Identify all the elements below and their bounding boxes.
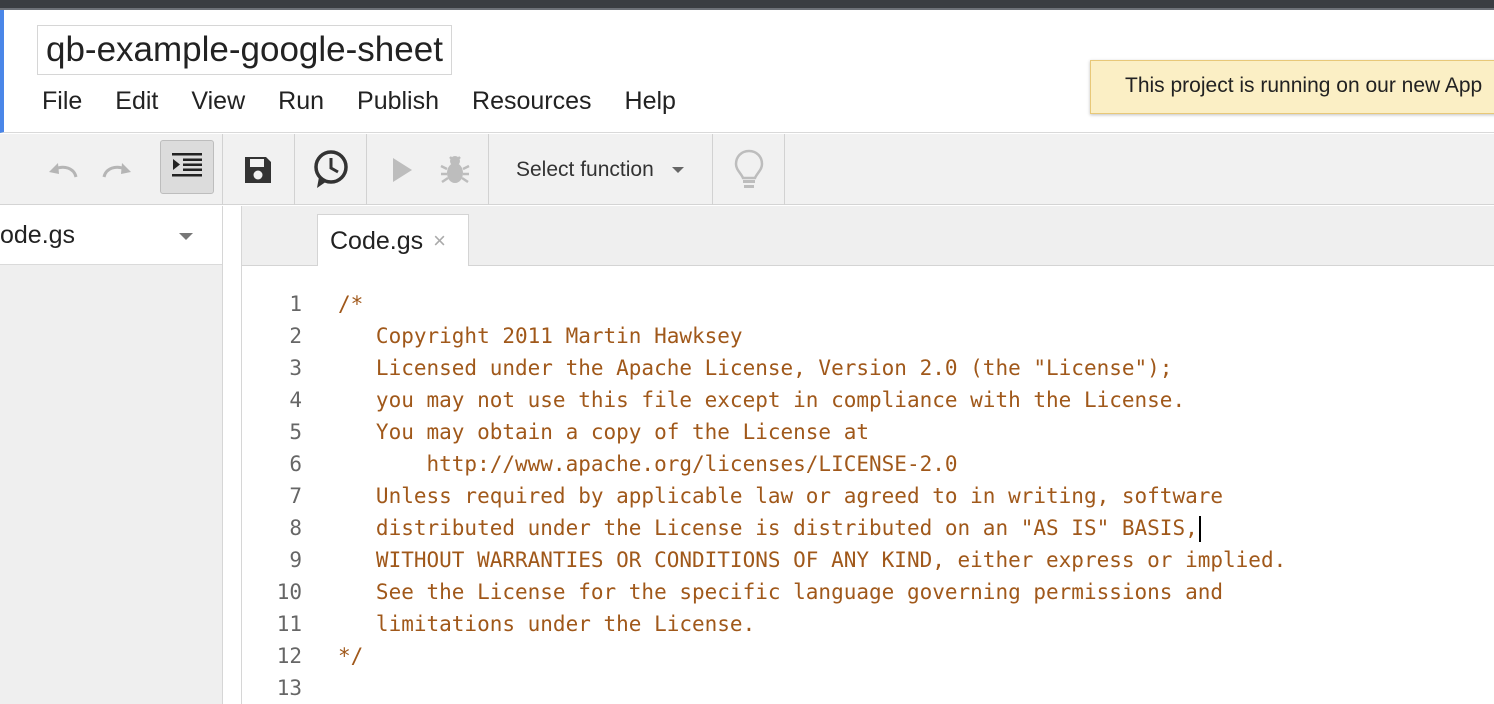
indent-button[interactable] bbox=[160, 140, 214, 194]
code-line: Unless required by applicable law or agr… bbox=[338, 484, 1224, 508]
text-cursor bbox=[1198, 516, 1201, 542]
redo-icon bbox=[100, 160, 134, 180]
line-number: 7 bbox=[289, 484, 302, 508]
indent-icon bbox=[172, 152, 202, 182]
save-button[interactable] bbox=[234, 134, 282, 205]
menu-bar: File Edit View Run Publish Resources Hel… bbox=[42, 86, 709, 116]
line-number: 5 bbox=[289, 420, 302, 444]
runtime-notice: This project is running on our new App bbox=[1090, 60, 1494, 114]
code-line: You may obtain a copy of the License at bbox=[338, 420, 870, 444]
file-selector[interactable]: ode.gs bbox=[0, 206, 222, 265]
line-numbers: 1 2 3 4 5 6 7 8 9 10 11 12 13 bbox=[242, 288, 320, 704]
select-function-dropdown[interactable]: Select function bbox=[516, 134, 684, 205]
clock-icon bbox=[312, 149, 350, 190]
line-number: 13 bbox=[276, 676, 302, 700]
line-number: 6 bbox=[289, 452, 302, 476]
code-line: you may not use this file except in comp… bbox=[338, 388, 1186, 412]
save-icon bbox=[243, 155, 273, 185]
debug-button[interactable] bbox=[432, 134, 478, 205]
line-number: 10 bbox=[276, 580, 302, 604]
lightbulb-icon bbox=[734, 149, 764, 191]
menu-publish[interactable]: Publish bbox=[357, 86, 439, 116]
code-content[interactable]: /* Copyright 2011 Martin Hawksey License… bbox=[338, 288, 1286, 704]
code-line: WITHOUT WARRANTIES OR CONDITIONS OF ANY … bbox=[338, 548, 1287, 572]
line-number: 9 bbox=[289, 548, 302, 572]
menu-resources[interactable]: Resources bbox=[472, 86, 592, 116]
menu-help[interactable]: Help bbox=[625, 86, 676, 116]
code-line: Copyright 2011 Martin Hawksey bbox=[338, 324, 743, 348]
play-icon bbox=[391, 157, 413, 183]
tab-code-gs[interactable]: Code.gs × bbox=[317, 214, 469, 267]
code-line: Licensed under the Apache License, Versi… bbox=[338, 356, 1173, 380]
undo-button[interactable] bbox=[40, 134, 86, 205]
hint-button[interactable] bbox=[722, 134, 776, 205]
run-button[interactable] bbox=[380, 134, 424, 205]
chevron-down-icon bbox=[179, 233, 193, 240]
chevron-down-icon bbox=[671, 166, 684, 173]
window-top-strip bbox=[0, 0, 1494, 10]
code-line: /* bbox=[338, 292, 364, 316]
code-line: limitations under the License. bbox=[338, 612, 756, 636]
menu-run[interactable]: Run bbox=[278, 86, 324, 116]
file-selector-label: ode.gs bbox=[0, 221, 76, 249]
file-sidebar: ode.gs bbox=[0, 206, 223, 704]
line-number: 4 bbox=[289, 388, 302, 412]
code-line-text: distributed under the License is distrib… bbox=[338, 516, 1198, 540]
code-editor[interactable]: 1 2 3 4 5 6 7 8 9 10 11 12 13 /* Copyrig… bbox=[242, 266, 1494, 704]
code-line: */ bbox=[338, 644, 364, 668]
app-header: qb-example-google-sheet File Edit View R… bbox=[0, 10, 1494, 133]
bug-icon bbox=[439, 154, 471, 186]
line-number: 12 bbox=[276, 644, 302, 668]
code-line: See the License for the specific languag… bbox=[338, 580, 1224, 604]
redo-button[interactable] bbox=[94, 134, 140, 205]
line-number: 8 bbox=[289, 516, 302, 540]
line-number: 3 bbox=[289, 356, 302, 380]
tab-label: Code.gs bbox=[330, 226, 424, 255]
menu-file[interactable]: File bbox=[42, 86, 82, 116]
close-icon[interactable]: × bbox=[433, 230, 446, 252]
line-number: 2 bbox=[289, 324, 302, 348]
toolbar: Select function bbox=[0, 134, 1494, 205]
editor-tab-bar: Code.gs × bbox=[242, 206, 1494, 267]
code-line: http://www.apache.org/licenses/LICENSE-2… bbox=[338, 452, 958, 476]
project-title[interactable]: qb-example-google-sheet bbox=[37, 25, 452, 75]
undo-icon bbox=[46, 160, 80, 180]
triggers-button[interactable] bbox=[304, 134, 358, 205]
select-function-label: Select function bbox=[516, 157, 654, 181]
line-number: 11 bbox=[276, 612, 302, 636]
line-number: 1 bbox=[289, 292, 302, 316]
code-line-with-cursor: distributed under the License is distrib… bbox=[338, 512, 1286, 544]
menu-edit[interactable]: Edit bbox=[115, 86, 158, 116]
menu-view[interactable]: View bbox=[191, 86, 245, 116]
panel-splitter[interactable] bbox=[224, 206, 242, 704]
